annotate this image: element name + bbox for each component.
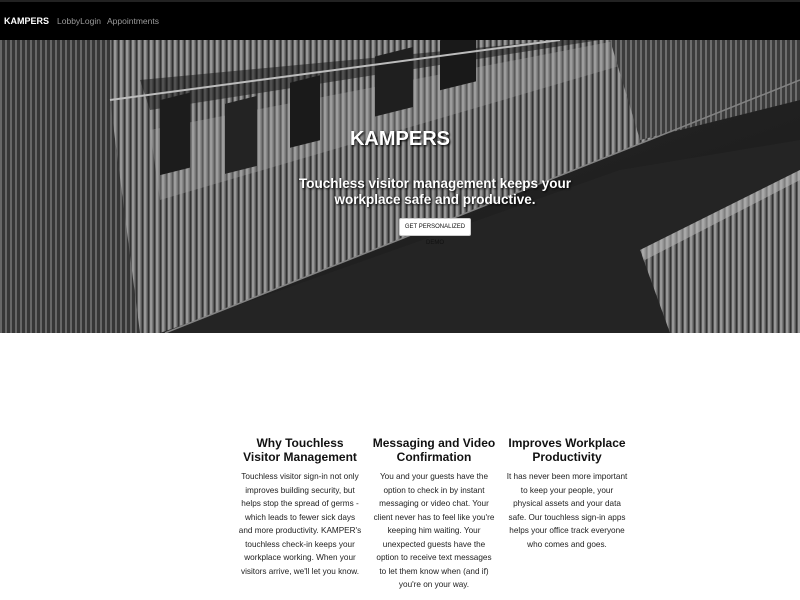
feature-productivity: Improves Workplace Productivity It has n…	[505, 436, 629, 551]
brand-link[interactable]: KAMPERS	[4, 16, 49, 26]
hero-banner: KAMPERS Touchless visitor management kee…	[0, 40, 800, 333]
nav-link-appointments[interactable]: Appointments	[107, 16, 159, 26]
features-section: Why Touchless Visitor Management Touchle…	[238, 436, 638, 600]
feature-messaging: Messaging and Video Confirmation You and…	[372, 436, 496, 592]
hero-content: KAMPERS Touchless visitor management kee…	[0, 40, 800, 333]
feature-touchless: Why Touchless Visitor Management Touchle…	[238, 436, 362, 578]
top-navbar: KAMPERS LobbyLogin Appointments	[0, 0, 800, 40]
get-personalized-demo-button[interactable]: GET PERSONALIZED DEMO	[399, 218, 471, 246]
feature-body: Touchless visitor sign-in not only impro…	[238, 472, 362, 576]
hero-subtitle: Touchless visitor management keeps your …	[298, 176, 572, 207]
nav-link-lobbylogin[interactable]: LobbyLogin	[57, 16, 101, 26]
feature-body: It has never been more important to keep…	[506, 472, 628, 549]
feature-title: Messaging and Video Confirmation	[372, 436, 496, 464]
hero-title: KAMPERS	[349, 128, 450, 150]
feature-title: Why Touchless Visitor Management	[243, 436, 357, 464]
feature-title: Improves Workplace Productivity	[508, 436, 626, 464]
feature-body: You and your guests have the option to c…	[373, 472, 495, 589]
